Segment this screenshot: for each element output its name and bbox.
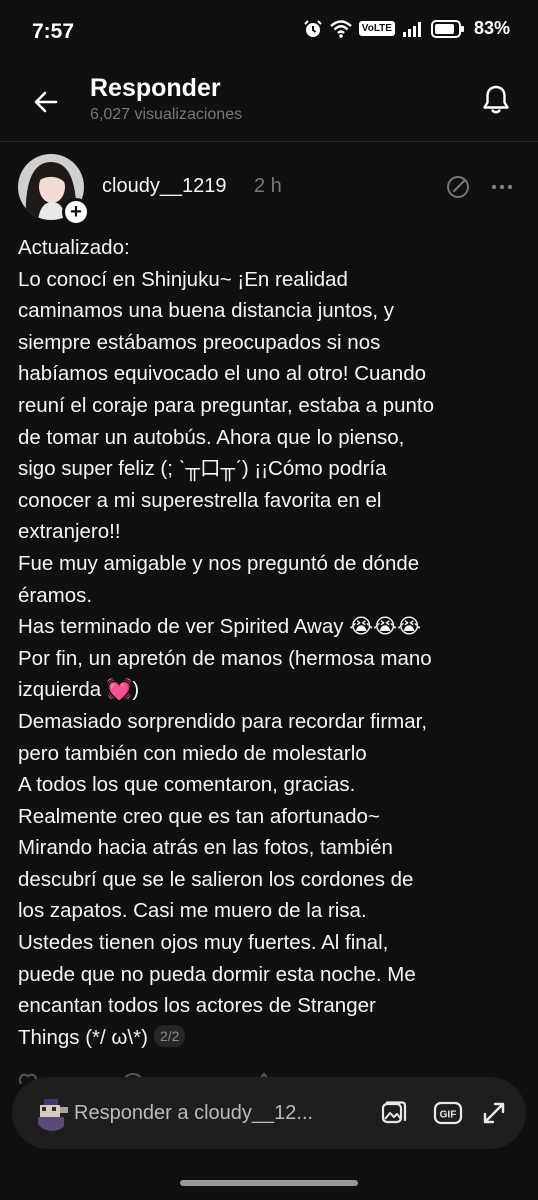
page-title: Responder <box>90 74 221 102</box>
post-text-line: habíamos equivocado el uno al otro! Cuan… <box>18 362 427 386</box>
attach-image-button[interactable] <box>378 1097 410 1129</box>
volte-badge: VoLTE <box>358 21 395 36</box>
bell-icon <box>483 85 509 114</box>
svg-text:GIF: GIF <box>440 1110 457 1121</box>
home-indicator[interactable] <box>180 1180 358 1186</box>
back-arrow-icon <box>34 91 58 113</box>
reply-input[interactable] <box>74 1099 374 1127</box>
header: Responder 6,027 visualizaciones <box>0 62 538 142</box>
post-text-line: sigo super feliz (; ˋ╥口╥ˊ) ¡¡Cómo podría <box>18 457 387 481</box>
wifi-icon <box>329 19 352 38</box>
notifications-button[interactable] <box>476 80 516 120</box>
post-text-line: de tomar un autobús. Ahora que lo pienso… <box>18 425 405 449</box>
post-text-line: izquierda 💓) <box>18 678 140 702</box>
post-text-line: Fue muy amigable y nos preguntó de dónde <box>18 551 420 575</box>
post-text-line: A todos los que comentaron, gracias. <box>18 773 356 797</box>
post-text-line: Por fin, un apretón de manos (hermosa ma… <box>18 646 432 670</box>
page-indicator: 2/2 <box>153 1024 186 1047</box>
author-username[interactable]: cloudy__1219 <box>102 175 227 198</box>
post-text-line: Things (*/ ω\*) 2/2 <box>18 1022 523 1054</box>
status-time: 7:57 <box>32 20 75 43</box>
alarm-icon <box>303 19 323 39</box>
post-text-line: descubrí que se le salieron los cordones… <box>18 867 414 891</box>
post-text-line: encantan todos los actores de Stranger <box>18 994 376 1018</box>
expand-button[interactable] <box>478 1097 510 1129</box>
post-timestamp: 2 h <box>254 175 282 197</box>
post-text-line: Demasiado sorprendido para recordar firm… <box>18 709 428 733</box>
view-count: 6,027 visualizaciones <box>90 106 243 123</box>
post-text-line: Actualizado: <box>18 236 130 259</box>
post-text-line: conocer a mi superestrella favorita en e… <box>18 488 382 512</box>
post-text-line: caminamos una buena distancia juntos, y <box>18 299 395 323</box>
post-text-line: Realmente creo que es tan afortunado~ <box>18 804 380 828</box>
post-text-line: Lo conocí en Shinjuku~ ¡En realidad <box>18 267 348 291</box>
post-text-line: reuní el coraje para preguntar, estaba a… <box>18 393 434 417</box>
post-text-line: puede que no pueda dormir esta noche. Me <box>18 962 416 986</box>
status-bar: 7:57 VoLTE 83% <box>0 0 538 62</box>
post-text-line: siempre estábamos preocupados si nos <box>18 330 381 354</box>
post-text: Actualizado: Lo conocí en Shinjuku~ ¡En r… <box>18 232 523 1053</box>
battery-icon <box>430 19 465 38</box>
author-avatar[interactable]: + <box>18 154 90 226</box>
gif-icon: GIF <box>433 1101 463 1125</box>
more-options-button[interactable] <box>486 173 518 201</box>
battery-percent: 83% <box>473 18 510 38</box>
back-button[interactable] <box>26 82 66 122</box>
gif-button[interactable]: GIF <box>432 1097 464 1129</box>
post-text-line: extranjero!! <box>18 520 121 544</box>
more-icon <box>492 185 512 189</box>
image-icon <box>381 1101 407 1124</box>
follow-button[interactable]: + <box>62 198 90 226</box>
post-text-line: Ustedes tienen ojos muy fuertes. Al fina… <box>18 931 389 955</box>
my-avatar <box>34 1095 70 1131</box>
post-text-line: éramos. <box>18 583 93 607</box>
post-text-line: Has terminado de ver Spirited Away 😭😭😭 <box>18 615 422 639</box>
edit-icon[interactable] <box>444 173 472 201</box>
expand-icon <box>483 1102 505 1124</box>
post-text-line: los zapatos. Casi me muero de la risa. <box>18 899 367 923</box>
status-icons: VoLTE 83% <box>303 18 510 39</box>
post-text-line: Mirando hacia atrás en las fotos, tambié… <box>18 836 393 860</box>
plus-icon: + <box>70 201 82 223</box>
signal-icon <box>402 21 424 37</box>
reply-composer: GIF <box>12 1077 526 1149</box>
post-text-line: pero también con miedo de molestarlo <box>18 741 367 765</box>
